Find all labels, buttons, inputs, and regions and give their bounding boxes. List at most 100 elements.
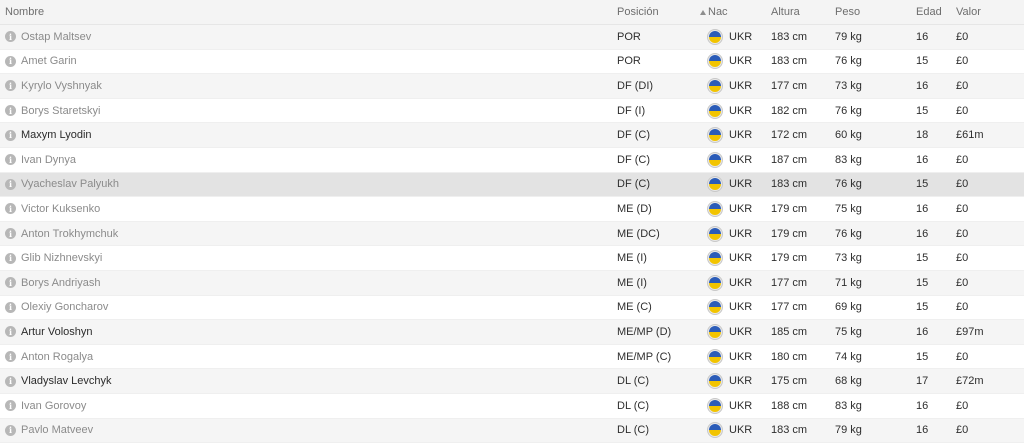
- info-icon[interactable]: i: [5, 56, 16, 67]
- info-cell[interactable]: i: [5, 123, 16, 147]
- flag-inner: [709, 105, 721, 117]
- player-name[interactable]: Olexiy Goncharov: [21, 296, 108, 320]
- table-row[interactable]: iArtur VoloshynME/MP (D)UKR185 cm75 kg16…: [0, 320, 1024, 345]
- player-value: £0: [956, 271, 968, 295]
- info-cell[interactable]: i: [5, 271, 16, 295]
- player-name[interactable]: Ivan Dynya: [21, 148, 76, 172]
- info-icon[interactable]: i: [5, 351, 16, 362]
- table-row[interactable]: iPavlo MatveevDL (C)UKR183 cm79 kg16£0: [0, 419, 1024, 443]
- player-age: 16: [916, 148, 928, 172]
- info-cell[interactable]: i: [5, 222, 16, 246]
- info-icon[interactable]: i: [5, 400, 16, 411]
- info-cell[interactable]: i: [5, 197, 16, 221]
- flag-cell: [707, 50, 725, 74]
- info-icon[interactable]: i: [5, 425, 16, 436]
- flag-cell: [707, 74, 725, 98]
- info-icon[interactable]: i: [5, 228, 16, 239]
- info-cell[interactable]: i: [5, 99, 16, 123]
- info-icon[interactable]: i: [5, 302, 16, 313]
- info-cell[interactable]: i: [5, 369, 16, 393]
- info-cell[interactable]: i: [5, 296, 16, 320]
- player-name[interactable]: Maxym Lyodin: [21, 123, 92, 147]
- table-row[interactable]: iGlib NizhnevskyiME (I)UKR179 cm73 kg15£…: [0, 246, 1024, 271]
- info-icon[interactable]: i: [5, 376, 16, 387]
- info-cell[interactable]: i: [5, 50, 16, 74]
- info-icon[interactable]: i: [5, 203, 16, 214]
- player-value: £0: [956, 50, 968, 74]
- flag-yellow-stripe: [709, 307, 721, 313]
- column-header-weight[interactable]: Peso: [835, 0, 860, 24]
- info-icon[interactable]: i: [5, 105, 16, 116]
- player-name[interactable]: Anton Trokhymchuk: [21, 222, 118, 246]
- player-age: 16: [916, 320, 928, 344]
- info-cell[interactable]: i: [5, 394, 16, 418]
- table-row[interactable]: iIvan DynyaDF (C)UKR187 cm83 kg16£0: [0, 148, 1024, 173]
- player-height: 179 cm: [771, 246, 807, 270]
- player-name[interactable]: Borys Staretskyi: [21, 99, 100, 123]
- player-height: 177 cm: [771, 74, 807, 98]
- player-name[interactable]: Borys Andriyash: [21, 271, 100, 295]
- player-name[interactable]: Kyrylo Vyshnyak: [21, 74, 102, 98]
- column-header-value[interactable]: Valor: [956, 0, 981, 24]
- player-name[interactable]: Vyacheslav Palyukh: [21, 173, 119, 197]
- player-age: 15: [916, 271, 928, 295]
- column-header-nationality[interactable]: Nac: [700, 0, 728, 24]
- info-icon[interactable]: i: [5, 80, 16, 91]
- info-cell[interactable]: i: [5, 173, 16, 197]
- player-position: DF (DI): [617, 74, 653, 98]
- player-position: DF (I): [617, 99, 645, 123]
- table-row[interactable]: iVictor KuksenkoME (D)UKR179 cm75 kg16£0: [0, 197, 1024, 222]
- info-cell[interactable]: i: [5, 345, 16, 369]
- table-row[interactable]: iVladyslav LevchykDL (C)UKR175 cm68 kg17…: [0, 369, 1024, 394]
- player-nationality: UKR: [729, 197, 752, 221]
- table-row[interactable]: iMaxym LyodinDF (C)UKR172 cm60 kg18£61m: [0, 123, 1024, 148]
- table-row[interactable]: iVyacheslav PalyukhDF (C)UKR183 cm76 kg1…: [0, 173, 1024, 198]
- player-weight: 73 kg: [835, 246, 862, 270]
- column-header-height[interactable]: Altura: [771, 0, 800, 24]
- table-row[interactable]: iBorys StaretskyiDF (I)UKR182 cm76 kg15£…: [0, 99, 1024, 124]
- ukraine-flag-icon: [707, 226, 723, 242]
- table-row[interactable]: iOlexiy GoncharovME (C)UKR177 cm69 kg15£…: [0, 296, 1024, 321]
- info-icon[interactable]: i: [5, 179, 16, 190]
- table-row[interactable]: iAnton TrokhymchukME (DC)UKR179 cm76 kg1…: [0, 222, 1024, 247]
- player-name[interactable]: Ivan Gorovoy: [21, 394, 86, 418]
- table-row[interactable]: iOstap MaltsevPORUKR183 cm79 kg16£0: [0, 25, 1024, 50]
- player-age: 16: [916, 419, 928, 443]
- column-header-age[interactable]: Edad: [916, 0, 942, 24]
- player-value: £0: [956, 222, 968, 246]
- table-row[interactable]: iAmet GarinPORUKR183 cm76 kg15£0: [0, 50, 1024, 75]
- player-name[interactable]: Victor Kuksenko: [21, 197, 100, 221]
- info-icon[interactable]: i: [5, 277, 16, 288]
- ukraine-flag-icon: [707, 152, 723, 168]
- player-height: 185 cm: [771, 320, 807, 344]
- player-name[interactable]: Glib Nizhnevskyi: [21, 246, 102, 270]
- player-name[interactable]: Anton Rogalya: [21, 345, 93, 369]
- table-row[interactable]: iAnton RogalyaME/MP (C)UKR180 cm74 kg15£…: [0, 345, 1024, 370]
- info-cell[interactable]: i: [5, 246, 16, 270]
- player-age: 16: [916, 25, 928, 49]
- info-icon[interactable]: i: [5, 130, 16, 141]
- table-row[interactable]: iKyrylo VyshnyakDF (DI)UKR177 cm73 kg16£…: [0, 74, 1024, 99]
- info-cell[interactable]: i: [5, 74, 16, 98]
- player-name[interactable]: Artur Voloshyn: [21, 320, 93, 344]
- flag-inner: [709, 228, 721, 240]
- info-cell[interactable]: i: [5, 419, 16, 443]
- flag-inner: [709, 129, 721, 141]
- table-row[interactable]: iIvan GorovoyDL (C)UKR188 cm83 kg16£0: [0, 394, 1024, 419]
- flag-yellow-stripe: [709, 209, 721, 215]
- info-cell[interactable]: i: [5, 320, 16, 344]
- info-cell[interactable]: i: [5, 148, 16, 172]
- info-icon[interactable]: i: [5, 326, 16, 337]
- table-row[interactable]: iBorys AndriyashME (I)UKR177 cm71 kg15£0: [0, 271, 1024, 296]
- info-icon[interactable]: i: [5, 31, 16, 42]
- player-name[interactable]: Amet Garin: [21, 50, 77, 74]
- info-icon[interactable]: i: [5, 253, 16, 264]
- info-icon[interactable]: i: [5, 154, 16, 165]
- flag-yellow-stripe: [709, 37, 721, 43]
- column-header-name[interactable]: Nombre: [5, 0, 44, 24]
- player-name[interactable]: Vladyslav Levchyk: [21, 369, 112, 393]
- info-cell[interactable]: i: [5, 25, 16, 49]
- player-name[interactable]: Ostap Maltsev: [21, 25, 91, 49]
- column-header-position[interactable]: Posición: [617, 0, 659, 24]
- player-name[interactable]: Pavlo Matveev: [21, 419, 93, 443]
